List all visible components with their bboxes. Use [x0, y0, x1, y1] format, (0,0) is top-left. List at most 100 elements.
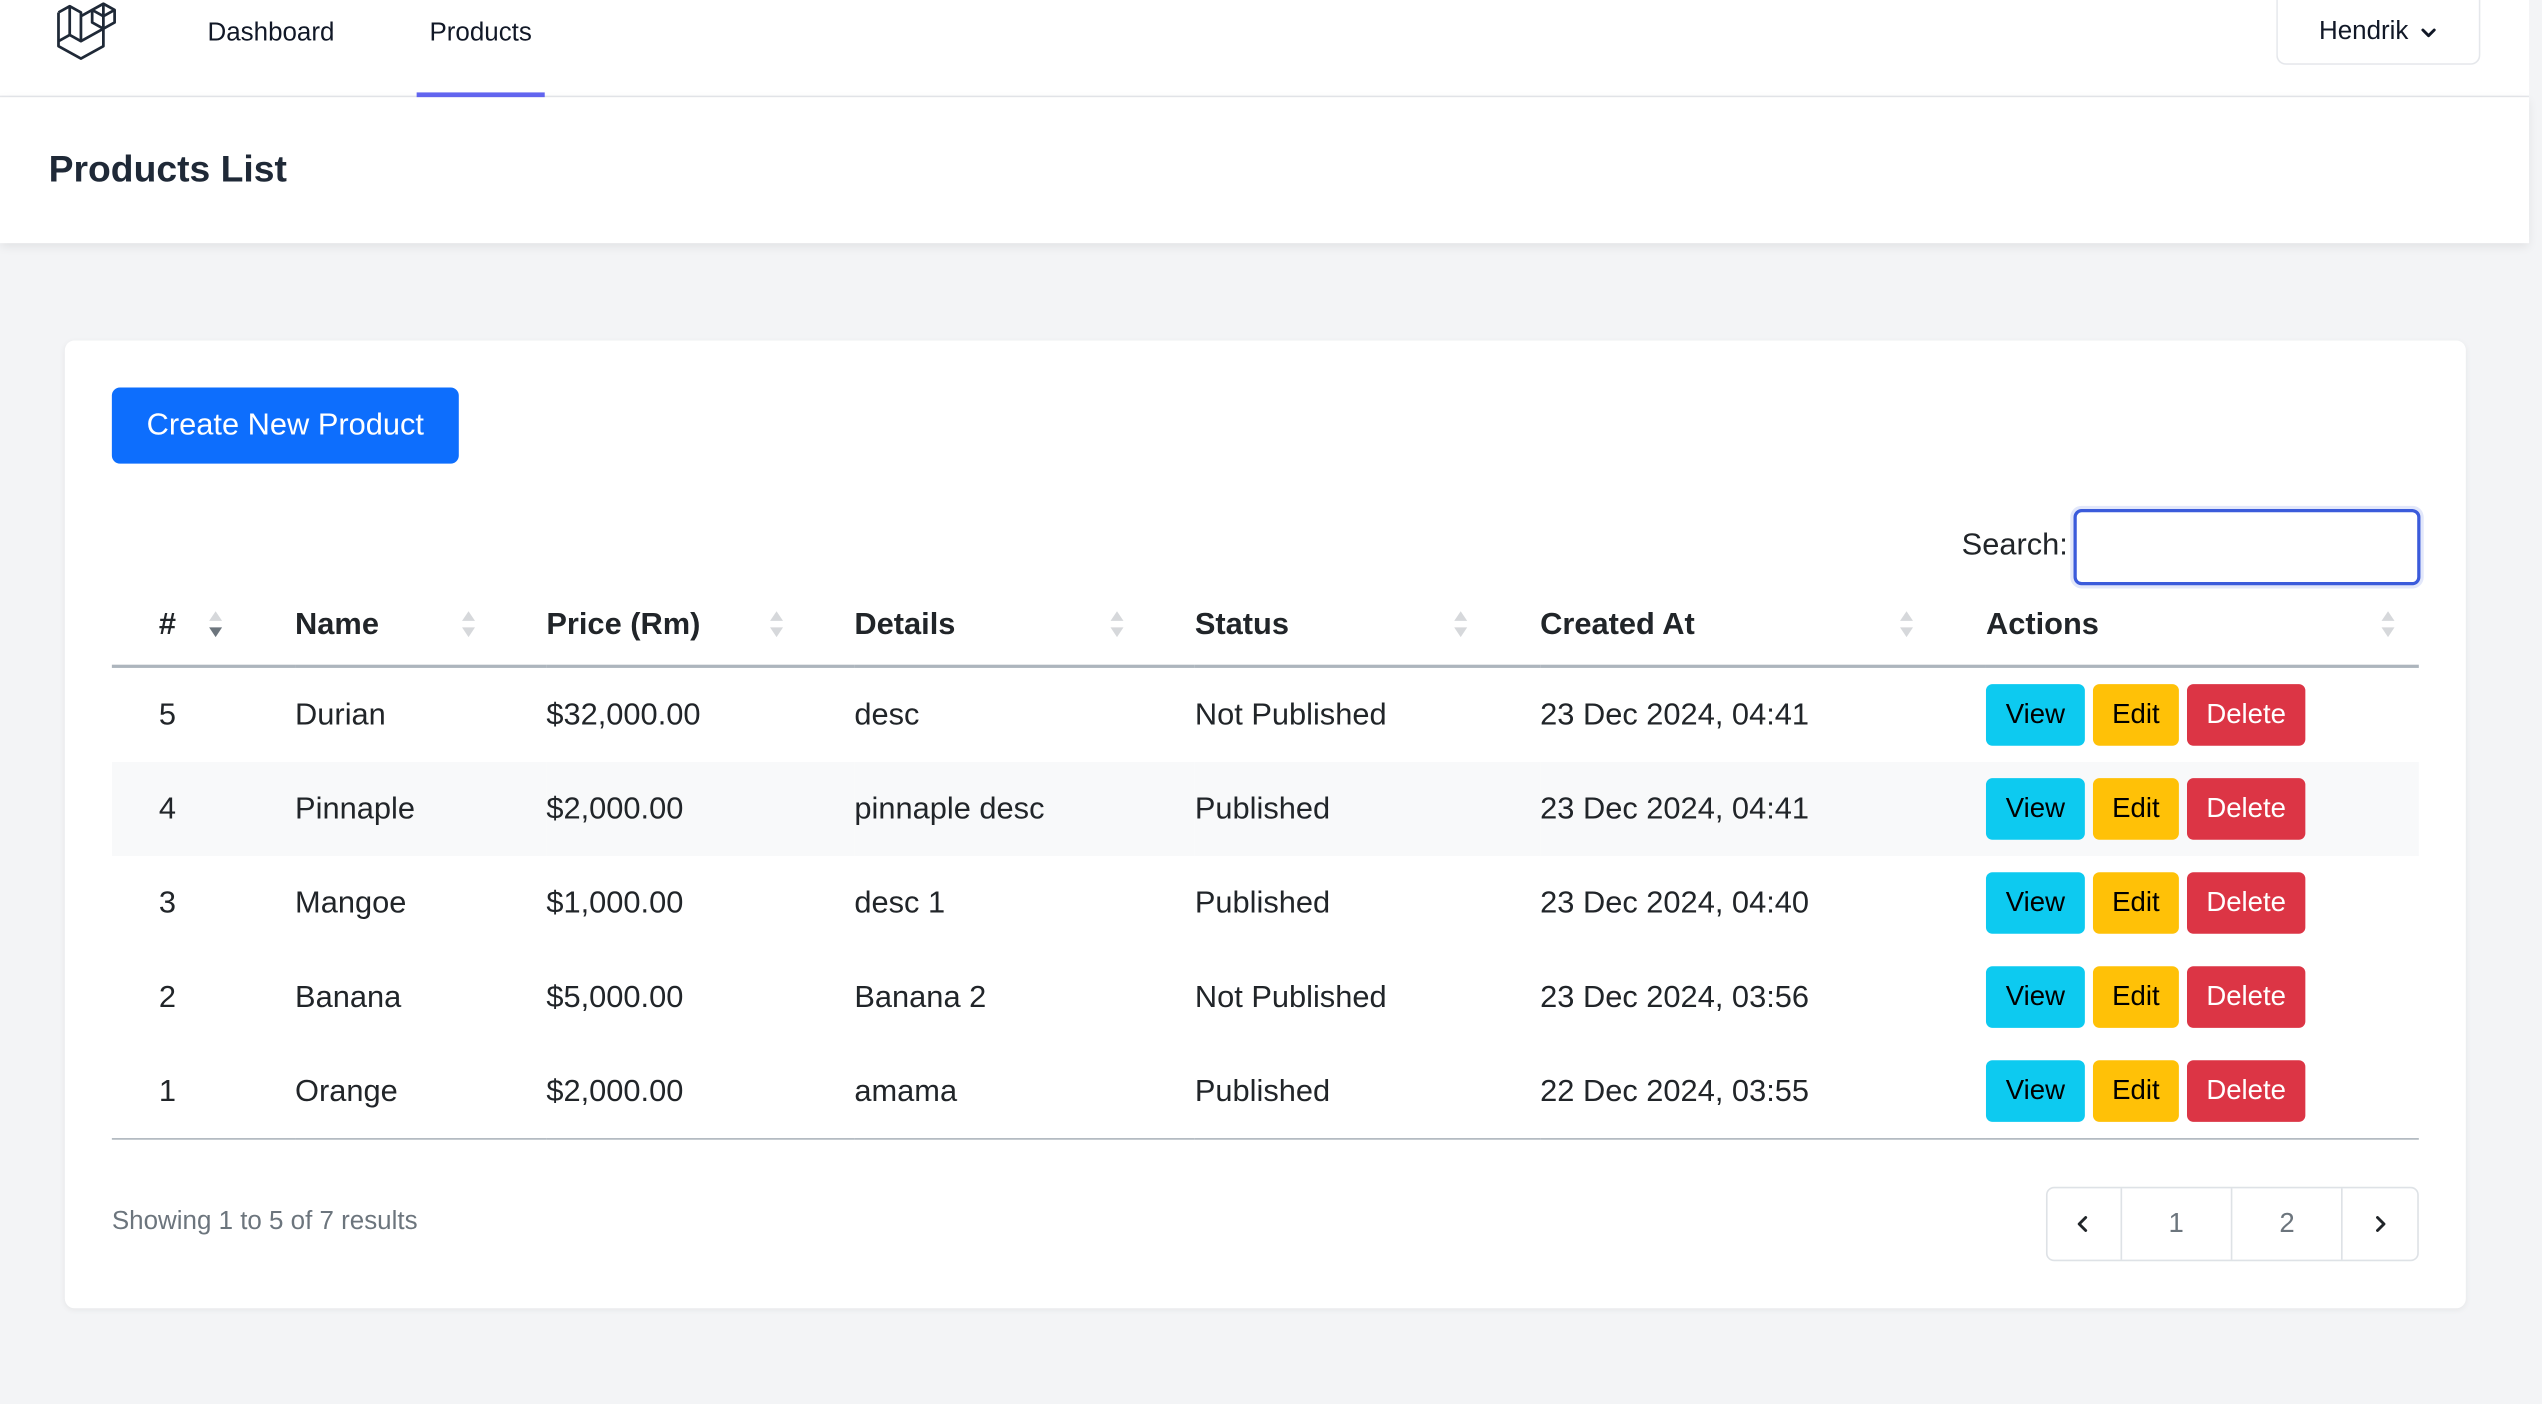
edit-button[interactable]: Edit: [2092, 966, 2179, 1028]
view-button[interactable]: View: [1985, 872, 2085, 934]
table-row: 3 Mangoe $1,000.00 desc 1 Published 23 D…: [112, 856, 2419, 950]
column-header-price[interactable]: Price (Rm): [546, 583, 855, 668]
column-header-label: Name: [295, 607, 379, 642]
cell-id: 3: [158, 886, 177, 921]
results-info: Showing 1 to 5 of 7 results: [111, 1207, 418, 1236]
cell-price: $32,000.00: [546, 698, 701, 733]
sort-icon: [1454, 611, 1468, 638]
cell-status: Not Published: [1194, 980, 1387, 1015]
cell-id: 1: [158, 1074, 177, 1109]
cell-name: Orange: [295, 1074, 398, 1109]
cell-actions: View Edit Delete: [1985, 950, 2419, 1044]
view-button[interactable]: View: [1985, 1060, 2085, 1122]
edit-button[interactable]: Edit: [2092, 1060, 2179, 1122]
cell-details: desc 1: [854, 886, 946, 921]
pagination-page-2[interactable]: 2: [2232, 1188, 2344, 1260]
cell-actions: View Edit Delete: [1985, 1044, 2419, 1140]
laravel-logo-icon[interactable]: [52, 0, 120, 65]
cell-price: $2,000.00: [546, 792, 684, 827]
nav-link-products-label: Products: [429, 19, 532, 48]
products-card: Create New Product Search: # Name Price …: [64, 340, 2466, 1309]
search-label: Search:: [1961, 528, 2068, 563]
view-button[interactable]: View: [1985, 778, 2085, 840]
cell-actions: View Edit Delete: [1985, 856, 2419, 950]
nav-link-products[interactable]: Products: [416, 0, 545, 98]
cell-id: 2: [158, 980, 177, 1015]
delete-button[interactable]: Delete: [2186, 684, 2306, 746]
edit-button[interactable]: Edit: [2092, 872, 2179, 934]
table-row: 5 Durian $32,000.00 desc Not Published 2…: [112, 666, 2419, 762]
chevron-down-icon: [2420, 27, 2435, 37]
cell-id: 5: [158, 698, 177, 733]
delete-button[interactable]: Delete: [2186, 778, 2306, 840]
cell-name: Banana: [295, 980, 402, 1015]
chevron-right-icon: [2376, 1216, 2386, 1232]
cell-id: 4: [158, 792, 177, 827]
user-menu-button[interactable]: Hendrik: [2276, 0, 2481, 65]
cell-details: pinnaple desc: [854, 792, 1045, 827]
column-header-created-at[interactable]: Created At: [1540, 583, 1986, 668]
column-header-label: #: [158, 607, 177, 642]
column-header-label: Created At: [1540, 607, 1695, 642]
cell-status: Published: [1194, 1074, 1331, 1109]
delete-button[interactable]: Delete: [2186, 1060, 2306, 1122]
pagination-prev-button[interactable]: [2048, 1188, 2122, 1260]
sort-icon: [1110, 611, 1124, 638]
sort-icon: [770, 611, 784, 638]
cell-created-at: 23 Dec 2024, 04:41: [1540, 698, 1810, 733]
cell-status: Not Published: [1194, 698, 1387, 733]
cell-price: $2,000.00: [546, 1074, 684, 1109]
cell-status: Published: [1194, 792, 1331, 827]
products-table: # Name Price (Rm) Details Status Created…: [111, 583, 2419, 1140]
cell-details: desc: [854, 698, 920, 733]
cell-name: Mangoe: [295, 886, 407, 921]
column-header-status[interactable]: Status: [1194, 583, 1541, 668]
top-navigation: Dashboard Products Hendrik: [0, 0, 2530, 98]
table-header-row: # Name Price (Rm) Details Status Created…: [111, 583, 2419, 668]
cell-details: amama: [854, 1074, 958, 1109]
table-row: 1 Orange $2,000.00 amama Published 22 De…: [111, 1044, 2419, 1140]
column-header-label: Actions: [1985, 607, 2099, 642]
search-input[interactable]: [2073, 509, 2421, 586]
pagination-page-1[interactable]: 1: [2122, 1188, 2233, 1260]
delete-button[interactable]: Delete: [2186, 872, 2306, 934]
sort-icon: [2381, 611, 2395, 638]
cell-details: Banana 2: [854, 980, 987, 1015]
sort-icon: [1900, 611, 1914, 638]
cell-created-at: 22 Dec 2024, 03:55: [1540, 1074, 1810, 1109]
table-row: 4 Pinnaple $2,000.00 pinnaple desc Publi…: [111, 761, 2419, 856]
sort-icon: [462, 611, 476, 638]
cell-name: Pinnaple: [295, 792, 415, 827]
cell-price: $1,000.00: [546, 886, 684, 921]
chevron-left-icon: [2078, 1216, 2088, 1232]
column-header-id[interactable]: #: [111, 583, 296, 668]
edit-button[interactable]: Edit: [2092, 778, 2179, 840]
pagination: 1 2: [2045, 1186, 2419, 1262]
cell-actions: View Edit Delete: [1985, 761, 2419, 856]
sort-desc-icon: [209, 611, 223, 638]
cell-name: Durian: [295, 698, 386, 733]
delete-button[interactable]: Delete: [2186, 966, 2306, 1028]
page-header: Products List: [0, 97, 2530, 244]
app-viewport: Dashboard Products Hendrik Products List…: [0, 0, 2542, 1404]
page-title: Products List: [48, 147, 287, 190]
nav-link-dashboard[interactable]: Dashboard: [208, 0, 335, 96]
column-header-details[interactable]: Details: [854, 583, 1195, 668]
view-button[interactable]: View: [1985, 966, 2085, 1028]
cell-created-at: 23 Dec 2024, 04:41: [1540, 792, 1810, 827]
user-name: Hendrik: [2319, 17, 2409, 45]
column-header-label: Price (Rm): [546, 607, 701, 642]
cell-created-at: 23 Dec 2024, 04:40: [1540, 886, 1810, 921]
view-button[interactable]: View: [1985, 684, 2085, 746]
edit-button[interactable]: Edit: [2092, 684, 2179, 746]
cell-actions: View Edit Delete: [1985, 666, 2419, 762]
column-header-label: Status: [1194, 607, 1289, 642]
create-product-button[interactable]: Create New Product: [111, 387, 459, 464]
column-header-name[interactable]: Name: [295, 583, 547, 668]
table-row: 2 Banana $5,000.00 Banana 2 Not Publishe…: [112, 950, 2419, 1044]
pagination-next-button[interactable]: [2343, 1188, 2417, 1259]
cell-created-at: 23 Dec 2024, 03:56: [1540, 980, 1810, 1015]
cell-price: $5,000.00: [546, 980, 684, 1015]
column-header-actions[interactable]: Actions: [1985, 583, 2419, 668]
cell-status: Published: [1194, 886, 1331, 921]
